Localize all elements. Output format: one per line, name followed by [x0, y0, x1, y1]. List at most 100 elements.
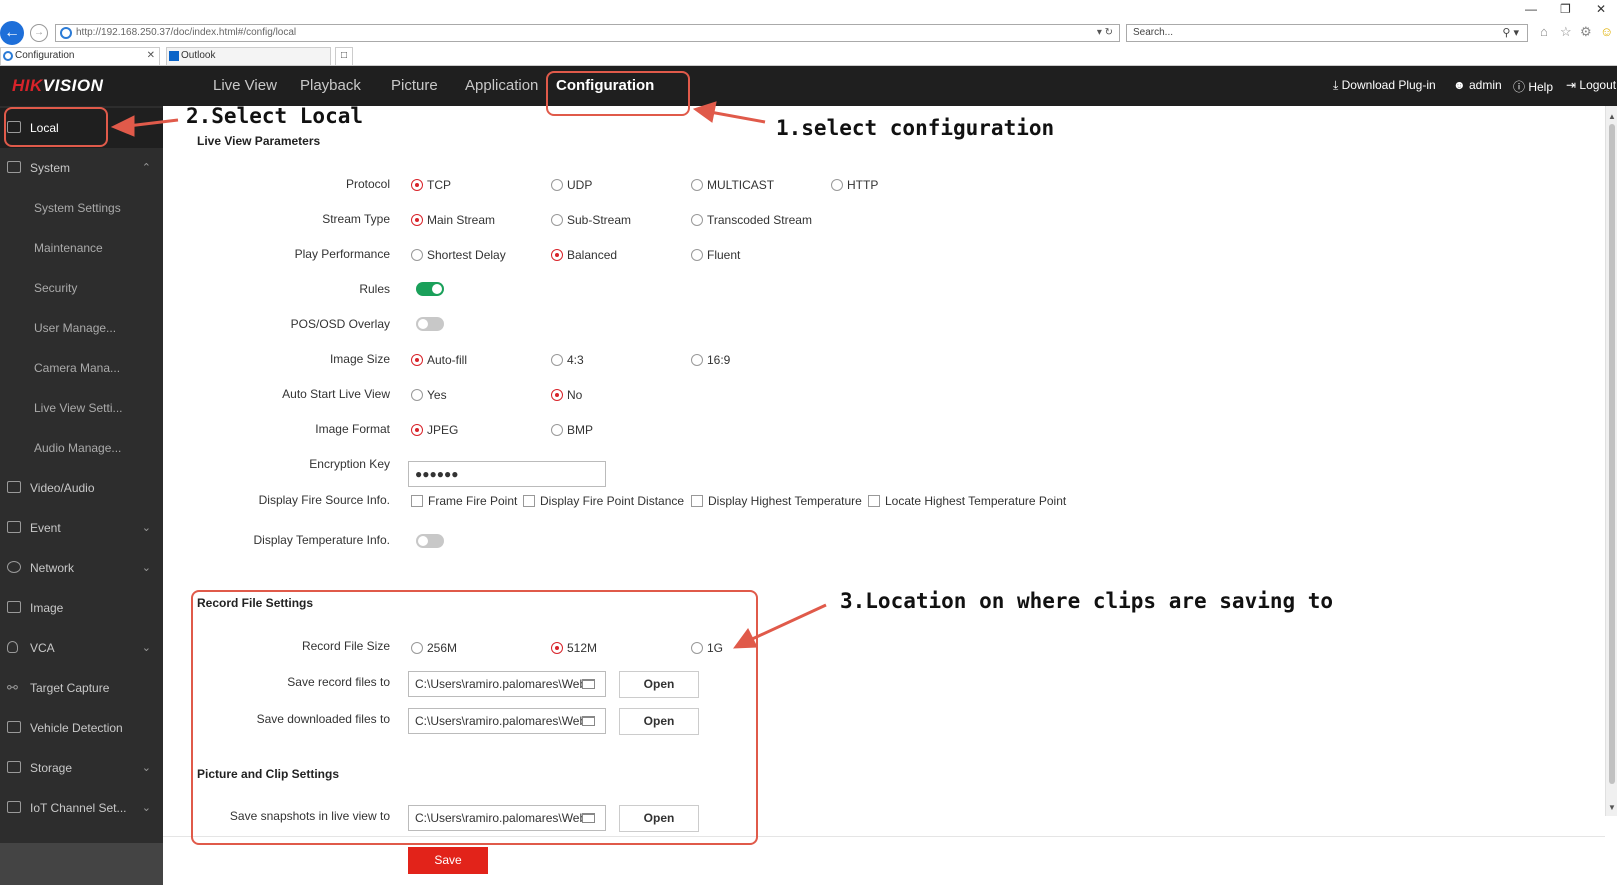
auto-start-yes-radio[interactable]: Yes — [411, 388, 447, 402]
browser-search-input[interactable]: Search... ⚲ ▾ — [1126, 24, 1528, 42]
minimize-icon[interactable]: — — [1525, 2, 1537, 16]
sidebar-item-maintenance[interactable]: Maintenance — [0, 228, 163, 268]
auto-start-no-radio[interactable]: No — [551, 388, 582, 402]
save-button[interactable]: Save — [408, 847, 488, 874]
radio-icon — [691, 249, 703, 261]
nav-playback[interactable]: Playback — [300, 77, 361, 94]
rules-label: Rules — [359, 282, 390, 296]
close-tab-icon[interactable]: ✕ — [147, 48, 155, 64]
stream-transcoded-radio[interactable]: Transcoded Stream — [691, 213, 812, 227]
protocol-http-radio[interactable]: HTTP — [831, 178, 878, 192]
sidebar-item-audio-management[interactable]: Audio Manage... — [0, 428, 163, 468]
favorites-star-icon[interactable]: ☆ — [1560, 24, 1572, 40]
ie-tab-icon — [3, 51, 13, 61]
encryption-key-input[interactable]: ●●●●●● — [408, 461, 606, 487]
refresh-icon[interactable]: ▾ ↻ — [1097, 25, 1113, 41]
tab-outlook[interactable]: Outlook — [166, 47, 331, 65]
image-format-jpeg-radio[interactable]: JPEG — [411, 423, 458, 437]
sidebar-item-target-capture[interactable]: ⚯ Target Capture — [0, 668, 163, 708]
system-icon — [7, 161, 21, 173]
sidebar-item-live-view-settings[interactable]: Live View Setti... — [0, 388, 163, 428]
sidebar-item-label: IoT Channel Set... — [30, 801, 127, 815]
frame-fire-point-checkbox[interactable]: Frame Fire Point — [411, 494, 517, 508]
image-format-bmp-radio[interactable]: BMP — [551, 423, 593, 437]
performance-shortest-delay-radio[interactable]: Shortest Delay — [411, 248, 506, 262]
image-size-16-9-radio[interactable]: 16:9 — [691, 353, 730, 367]
sidebar-item-system[interactable]: System ⌃ — [0, 148, 163, 188]
sidebar-item-event[interactable]: Event ⌄ — [0, 508, 163, 548]
sidebar-item-label: System — [30, 161, 71, 175]
annotation-step-3: 3.Location on where clips are saving to — [840, 589, 1334, 613]
forward-arrow-icon[interactable]: → — [30, 24, 48, 42]
scroll-down-icon[interactable]: ▼ — [1608, 803, 1616, 812]
hikvision-logo: HIKVISION — [12, 76, 104, 95]
back-arrow-icon[interactable]: ← — [0, 21, 24, 45]
locate-highest-temperature-checkbox[interactable]: Locate Highest Temperature Point — [868, 494, 1066, 508]
sidebar-item-storage[interactable]: Storage ⌄ — [0, 748, 163, 788]
video-icon — [7, 481, 21, 493]
ie-icon — [60, 27, 72, 39]
nav-picture[interactable]: Picture — [391, 77, 438, 94]
protocol-multicast-radio[interactable]: MULTICAST — [691, 178, 774, 192]
sidebar-item-camera-management[interactable]: Camera Mana... — [0, 348, 163, 388]
user-menu[interactable]: ☻ admin — [1453, 78, 1502, 92]
smiley-icon[interactable]: ☺ — [1600, 24, 1613, 39]
performance-fluent-radio[interactable]: Fluent — [691, 248, 740, 262]
sidebar-item-network[interactable]: Network ⌄ — [0, 548, 163, 588]
download-plugin-link[interactable]: ⤓ Download Plug-in — [1333, 78, 1436, 93]
url-text: http://192.168.250.37/doc/index.html#/co… — [76, 27, 297, 38]
stream-type-label: Stream Type — [322, 212, 390, 226]
nav-live-view[interactable]: Live View — [213, 77, 277, 94]
scrollbar-thumb[interactable] — [1609, 124, 1615, 784]
outlook-icon — [169, 51, 179, 61]
stream-main-radio[interactable]: Main Stream — [411, 213, 495, 227]
sidebar-item-label: Vehicle Detection — [30, 721, 123, 735]
highest-temperature-checkbox[interactable]: Display Highest Temperature — [691, 494, 862, 508]
sidebar-item-system-settings[interactable]: System Settings — [0, 188, 163, 228]
help-link[interactable]: ⓘ Help — [1513, 78, 1553, 95]
radio-icon — [831, 179, 843, 191]
sidebar-item-vehicle-detection[interactable]: Vehicle Detection — [0, 708, 163, 748]
nav-application[interactable]: Application — [465, 77, 538, 94]
fire-point-distance-checkbox[interactable]: Display Fire Point Distance — [523, 494, 684, 508]
sidebar-item-label: Image — [30, 601, 64, 615]
image-size-4-3-radio[interactable]: 4:3 — [551, 353, 584, 367]
sidebar-item-label: Target Capture — [30, 681, 110, 695]
sidebar-item-iot-channel[interactable]: IoT Channel Set... ⌄ — [0, 788, 163, 828]
tab-configuration[interactable]: Configuration ✕ — [0, 47, 160, 65]
settings-gear-icon[interactable]: ⚙ — [1580, 24, 1592, 40]
home-icon[interactable]: ⌂ — [1540, 24, 1548, 39]
person-icon: ⚯ — [7, 680, 18, 695]
logout-link[interactable]: ⇥ Logout — [1566, 78, 1616, 92]
annotation-step-1: 1.select configuration — [776, 116, 1055, 140]
sidebar-item-vca[interactable]: VCA ⌄ — [0, 628, 163, 668]
sidebar-item-image[interactable]: Image — [0, 588, 163, 628]
restore-icon[interactable]: ❐ — [1560, 2, 1571, 16]
image-size-autofill-radio[interactable]: Auto-fill — [411, 353, 467, 367]
search-icon[interactable]: ⚲ ▾ — [1502, 25, 1519, 41]
chevron-up-icon: ⌃ — [141, 162, 151, 174]
performance-balanced-radio[interactable]: Balanced — [551, 248, 617, 262]
temperature-info-toggle[interactable] — [416, 534, 444, 548]
scroll-up-icon[interactable]: ▲ — [1608, 112, 1616, 121]
annotation-box-record-settings — [191, 590, 758, 845]
pos-osd-toggle[interactable] — [416, 317, 444, 331]
rules-toggle[interactable] — [416, 282, 444, 296]
address-bar[interactable]: http://192.168.250.37/doc/index.html#/co… — [55, 24, 1120, 42]
vertical-scrollbar[interactable]: ▲ ▼ — [1605, 106, 1617, 816]
stream-sub-radio[interactable]: Sub-Stream — [551, 213, 631, 227]
protocol-udp-radio[interactable]: UDP — [551, 178, 592, 192]
chevron-down-icon: ⌄ — [141, 802, 151, 814]
sidebar-item-video-audio[interactable]: Video/Audio — [0, 468, 163, 508]
new-tab-button[interactable]: □ — [335, 47, 353, 65]
radio-icon — [691, 214, 703, 226]
sidebar-item-user-management[interactable]: User Manage... — [0, 308, 163, 348]
checkbox-icon — [868, 495, 880, 507]
close-window-icon[interactable]: ✕ — [1596, 2, 1606, 16]
annotation-box-configuration — [546, 71, 690, 116]
radio-selected-icon — [551, 249, 563, 261]
encryption-key-label: Encryption Key — [309, 457, 390, 471]
sidebar-item-label: Video/Audio — [30, 481, 95, 495]
sidebar-item-security[interactable]: Security — [0, 268, 163, 308]
protocol-tcp-radio[interactable]: TCP — [411, 178, 451, 192]
